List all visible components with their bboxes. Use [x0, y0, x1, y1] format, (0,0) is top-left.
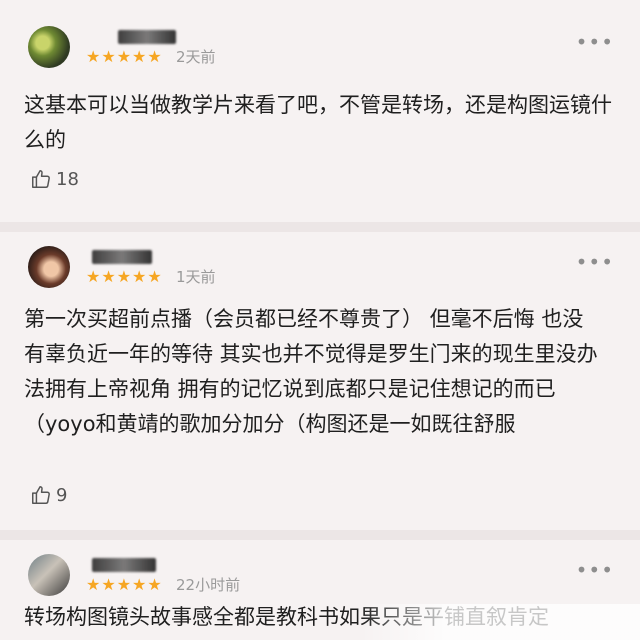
review-content: 这基本可以当做教学片来看了吧，不管是转场，还是构图运镜什么的: [24, 93, 612, 152]
avatar[interactable]: [28, 554, 70, 596]
review-time: 2天前: [176, 48, 216, 66]
rating-stars: ★★★★★: [86, 575, 163, 594]
avatar[interactable]: [28, 246, 70, 288]
username-redacted: [92, 558, 156, 572]
like-count: 9: [56, 484, 68, 506]
like-button[interactable]: 9: [30, 482, 67, 508]
more-dots-icon[interactable]: •••: [576, 252, 614, 272]
rating-stars: ★★★★★: [86, 267, 163, 286]
like-button[interactable]: 18: [30, 166, 79, 192]
watermark-overlay: [360, 604, 640, 640]
username-redacted: [118, 30, 176, 44]
more-dots-icon[interactable]: •••: [576, 32, 614, 52]
more-dots-icon[interactable]: •••: [576, 560, 614, 580]
divider: [0, 222, 640, 232]
like-count: 18: [56, 168, 79, 190]
thumbs-up-icon: [32, 170, 50, 188]
review-time: 1天前: [176, 268, 216, 286]
username-redacted: [92, 250, 152, 264]
avatar[interactable]: [28, 26, 70, 68]
rating-stars: ★★★★★: [86, 47, 163, 66]
divider: [0, 530, 640, 540]
review-content: 第一次买超前点播（会员都已经不尊贵了） 但毫不后悔 也没有辜负近一年的等待 其实…: [24, 307, 598, 436]
review-time: 22小时前: [176, 576, 241, 594]
thumbs-up-icon: [32, 486, 50, 504]
